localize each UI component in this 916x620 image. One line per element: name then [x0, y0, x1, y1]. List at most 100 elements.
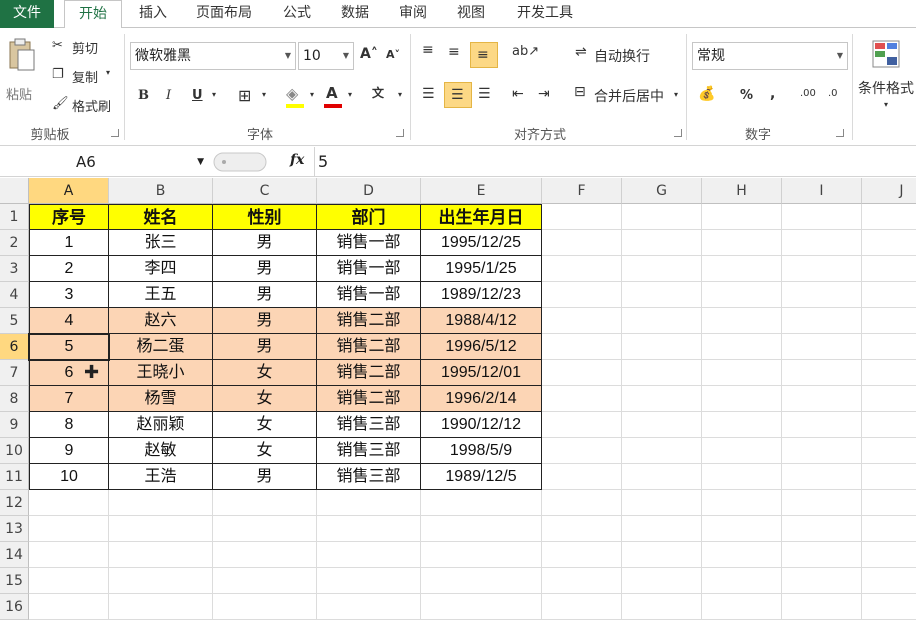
row-header-4[interactable]: 4 — [0, 282, 29, 308]
cell-b15[interactable] — [109, 568, 213, 594]
column-header-j[interactable]: J — [862, 178, 916, 204]
cell-a8[interactable]: 7 — [29, 386, 109, 412]
cell-h10[interactable] — [702, 438, 782, 464]
cell-i2[interactable] — [782, 230, 862, 256]
cell-h2[interactable] — [702, 230, 782, 256]
row-header-15[interactable]: 15 — [0, 568, 29, 594]
cell-j12[interactable] — [862, 490, 916, 516]
chevron-down-icon[interactable]: ▾ — [674, 90, 678, 99]
tab-page-layout[interactable]: 页面布局 — [186, 0, 262, 28]
border-icon[interactable]: ⊞ — [238, 86, 251, 105]
row-header-6[interactable]: 6 — [0, 334, 29, 360]
italic-button[interactable]: I — [166, 88, 171, 103]
tab-review[interactable]: 审阅 — [390, 0, 436, 28]
conditional-format-icon[interactable] — [872, 40, 902, 70]
cell-c11[interactable]: 男 — [213, 464, 317, 490]
row-header-8[interactable]: 8 — [0, 386, 29, 412]
cell-j10[interactable] — [862, 438, 916, 464]
cell-g3[interactable] — [622, 256, 702, 282]
column-header-b[interactable]: B — [109, 178, 213, 204]
cell-h1[interactable] — [702, 204, 782, 230]
cell-i6[interactable] — [782, 334, 862, 360]
formula-input[interactable]: 5 — [318, 151, 328, 173]
number-launcher[interactable] — [836, 129, 844, 137]
column-header-i[interactable]: I — [782, 178, 862, 204]
align-middle-icon[interactable]: ≡ — [448, 44, 460, 60]
clipboard-launcher[interactable] — [111, 129, 119, 137]
comma-button[interactable]: , — [770, 86, 775, 102]
cell-h14[interactable] — [702, 542, 782, 568]
column-header-a[interactable]: A — [29, 178, 109, 204]
increase-decimal-icon[interactable]: .00 — [800, 88, 816, 99]
cell-a12[interactable] — [29, 490, 109, 516]
cell-c14[interactable] — [213, 542, 317, 568]
cell-d9[interactable]: 销售三部 — [317, 412, 421, 438]
cell-i8[interactable] — [782, 386, 862, 412]
cell-g9[interactable] — [622, 412, 702, 438]
alignment-launcher[interactable] — [674, 129, 682, 137]
cell-g13[interactable] — [622, 516, 702, 542]
cell-a9[interactable]: 8 — [29, 412, 109, 438]
cell-f16[interactable] — [542, 594, 622, 620]
cell-g7[interactable] — [622, 360, 702, 386]
tab-home[interactable]: 开始 — [64, 0, 122, 29]
wrap-text-button[interactable]: 自动换行 — [594, 46, 650, 66]
cell-h7[interactable] — [702, 360, 782, 386]
column-header-d[interactable]: D — [317, 178, 421, 204]
select-all-button[interactable] — [0, 178, 29, 204]
cell-d12[interactable] — [317, 490, 421, 516]
cell-a16[interactable] — [29, 594, 109, 620]
cell-f14[interactable] — [542, 542, 622, 568]
fill-color-icon[interactable]: ◈ — [286, 84, 298, 103]
font-color-icon[interactable]: A — [326, 84, 338, 102]
cell-h15[interactable] — [702, 568, 782, 594]
row-header-14[interactable]: 14 — [0, 542, 29, 568]
cell-b2[interactable]: 张三 — [109, 230, 213, 256]
tab-file[interactable]: 文件 — [0, 0, 54, 28]
cell-c6[interactable]: 男 — [213, 334, 317, 360]
conditional-format-button[interactable]: 条件格式 — [858, 78, 914, 98]
tab-developer[interactable]: 开发工具 — [506, 0, 584, 28]
cell-c8[interactable]: 女 — [213, 386, 317, 412]
cell-h3[interactable] — [702, 256, 782, 282]
cell-i4[interactable] — [782, 282, 862, 308]
cell-b11[interactable]: 王浩 — [109, 464, 213, 490]
cell-e9[interactable]: 1990/12/12 — [421, 412, 542, 438]
chevron-down-icon[interactable]: ▾ — [106, 68, 110, 77]
cell-i1[interactable] — [782, 204, 862, 230]
cell-b4[interactable]: 王五 — [109, 282, 213, 308]
cell-j4[interactable] — [862, 282, 916, 308]
chevron-down-icon[interactable]: ▾ — [262, 90, 266, 99]
cell-d1[interactable]: 部门 — [317, 204, 421, 230]
cell-h6[interactable] — [702, 334, 782, 360]
row-header-9[interactable]: 9 — [0, 412, 29, 438]
cell-a15[interactable] — [29, 568, 109, 594]
cell-d16[interactable] — [317, 594, 421, 620]
cell-f15[interactable] — [542, 568, 622, 594]
row-header-5[interactable]: 5 — [0, 308, 29, 334]
align-top-icon[interactable]: ≡ — [422, 42, 434, 58]
row-header-12[interactable]: 12 — [0, 490, 29, 516]
cell-d3[interactable]: 销售一部 — [317, 256, 421, 282]
cell-c5[interactable]: 男 — [213, 308, 317, 334]
number-format-select[interactable]: 常规 ▼ — [692, 42, 848, 70]
cell-j11[interactable] — [862, 464, 916, 490]
cell-i13[interactable] — [782, 516, 862, 542]
cell-f9[interactable] — [542, 412, 622, 438]
cell-f4[interactable] — [542, 282, 622, 308]
bold-button[interactable]: B — [138, 88, 149, 103]
cell-e6[interactable]: 1996/5/12 — [421, 334, 542, 360]
cell-h8[interactable] — [702, 386, 782, 412]
formula-splitter-icon[interactable] — [212, 150, 268, 174]
align-bottom-button[interactable]: ≡ — [470, 42, 498, 68]
column-header-e[interactable]: E — [421, 178, 542, 204]
cell-f6[interactable] — [542, 334, 622, 360]
cell-i5[interactable] — [782, 308, 862, 334]
cell-d7[interactable]: 销售二部 — [317, 360, 421, 386]
cell-f13[interactable] — [542, 516, 622, 542]
tab-formulas[interactable]: 公式 — [274, 0, 320, 28]
cell-c4[interactable]: 男 — [213, 282, 317, 308]
cell-c16[interactable] — [213, 594, 317, 620]
cell-g16[interactable] — [622, 594, 702, 620]
cell-f3[interactable] — [542, 256, 622, 282]
